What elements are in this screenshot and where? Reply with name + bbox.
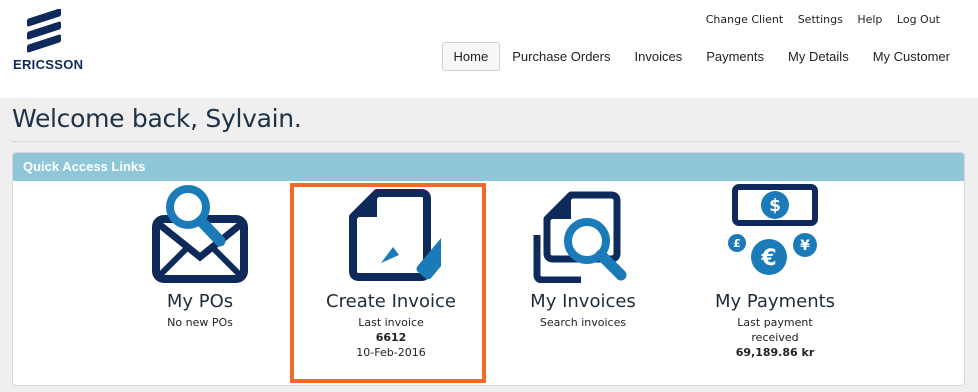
nav-my-customer[interactable]: My Customer xyxy=(861,42,962,71)
brand-name: ERICSSON xyxy=(13,57,84,72)
svg-text:€: € xyxy=(760,246,776,271)
tile-title: My Payments xyxy=(714,291,836,312)
log-out-link[interactable]: Log Out xyxy=(897,13,940,26)
tile-title: Create Invoice xyxy=(326,291,456,312)
tile-line: Last invoice xyxy=(358,316,424,329)
nav-my-details[interactable]: My Details xyxy=(776,42,861,71)
ericsson-logo-icon xyxy=(27,9,61,53)
tile-subtitle: Last payment received 69,189.86 kr xyxy=(690,315,860,360)
welcome-heading: Welcome back, Sylvain. xyxy=(12,104,302,133)
last-invoice-date: 10-Feb-2016 xyxy=(356,346,426,359)
tile-subtitle: Last invoice 6612 10-Feb-2016 xyxy=(306,315,476,360)
documents-search-icon xyxy=(533,191,627,283)
my-pos-tile[interactable]: My POs No new POs xyxy=(115,183,285,330)
utility-links: Change Client Settings Help Log Out xyxy=(695,13,940,26)
last-invoice-number: 6612 xyxy=(375,331,407,344)
tile-line: received xyxy=(751,331,799,344)
tile-subtitle: Search invoices xyxy=(498,315,668,330)
my-invoices-tile[interactable]: My Invoices Search invoices xyxy=(498,183,668,330)
svg-text:£: £ xyxy=(733,237,741,250)
nav-payments[interactable]: Payments xyxy=(694,42,776,71)
create-invoice-tile[interactable]: Create Invoice Last invoice 6612 10-Feb-… xyxy=(306,183,476,360)
tile-line: Last payment xyxy=(737,316,813,329)
main-nav: Home Purchase Orders Invoices Payments M… xyxy=(441,42,962,71)
document-pen-icon xyxy=(349,189,441,281)
help-link[interactable]: Help xyxy=(857,13,882,26)
my-payments-tile[interactable]: $ € £ ¥ My Payments Last payment receive… xyxy=(690,183,860,360)
nav-home[interactable]: Home xyxy=(441,42,501,71)
tile-line: Search invoices xyxy=(539,316,627,329)
panel-title: Quick Access Links xyxy=(13,153,964,181)
currency-icon: $ € £ ¥ xyxy=(728,184,818,275)
tile-subtitle: No new POs xyxy=(115,315,285,330)
svg-text:¥: ¥ xyxy=(800,238,810,254)
last-payment-amount: 69,189.86 kr xyxy=(735,346,815,359)
divider xyxy=(12,141,962,142)
nav-invoices[interactable]: Invoices xyxy=(623,42,695,71)
tile-title: My Invoices xyxy=(530,291,636,312)
svg-text:$: $ xyxy=(769,196,781,216)
settings-link[interactable]: Settings xyxy=(798,13,843,26)
ericsson-logo[interactable]: ERICSSON xyxy=(13,9,93,75)
tile-title: My POs xyxy=(166,291,234,312)
envelope-search-icon xyxy=(152,185,248,283)
change-client-link[interactable]: Change Client xyxy=(706,13,783,26)
tile-line: No new POs xyxy=(167,316,233,329)
nav-purchase-orders[interactable]: Purchase Orders xyxy=(500,42,622,71)
